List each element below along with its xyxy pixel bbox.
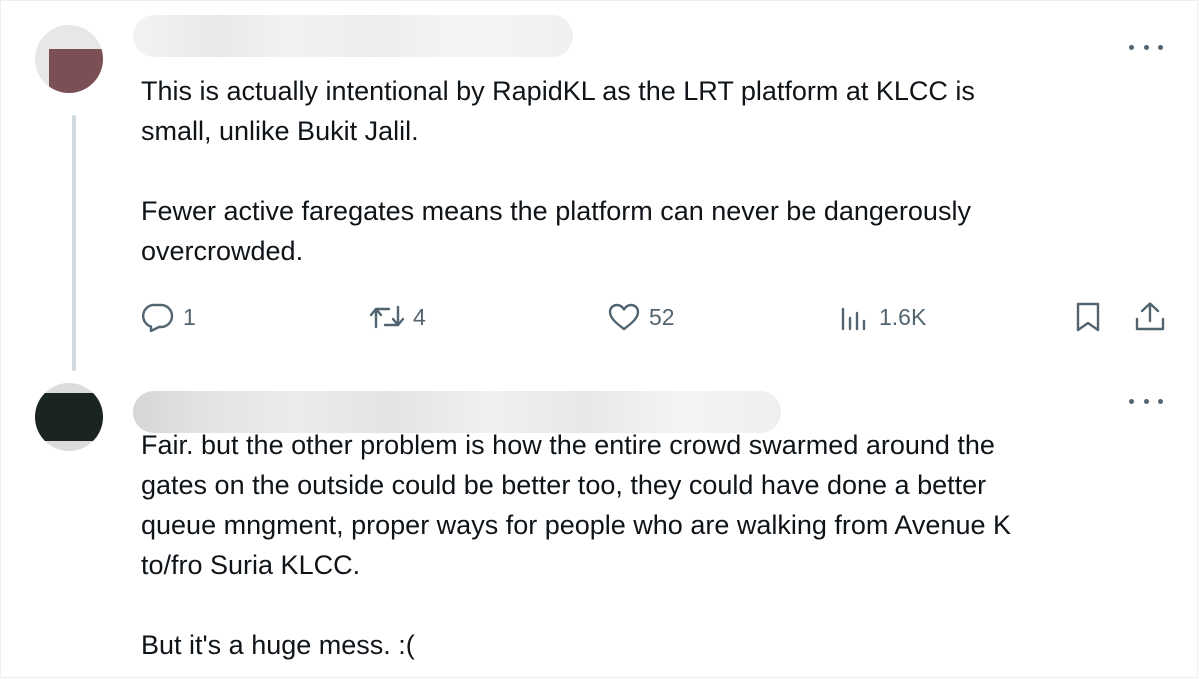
avatar-image xyxy=(35,393,103,441)
more-dot xyxy=(1143,44,1149,50)
more-dot xyxy=(1129,398,1134,404)
tweet-text: Fair. but the other problem is how the e… xyxy=(141,430,1011,660)
views-count: 1.6K xyxy=(879,303,927,330)
bookmark-icon xyxy=(1076,302,1100,332)
retweet-icon xyxy=(369,305,405,329)
like-button[interactable]: 52 xyxy=(607,297,675,337)
reply-count: 1 xyxy=(183,303,196,330)
thread-connector-line xyxy=(72,115,76,371)
retweet-count: 4 xyxy=(413,303,426,330)
author-name-redacted xyxy=(133,15,573,57)
views-icon xyxy=(841,307,866,331)
tweet[interactable]: This is actually intentional by RapidKL … xyxy=(1,1,1198,371)
retweet-button[interactable]: 4 xyxy=(369,297,426,337)
avatar-image xyxy=(49,49,103,93)
avatar[interactable] xyxy=(35,25,103,93)
reply-icon xyxy=(142,303,174,332)
tweet[interactable]: Fair. but the other problem is how the e… xyxy=(1,371,1198,678)
tweet-actions: 1 4 52 1.6K xyxy=(141,297,1171,337)
tweet-thread: This is actually intentional by RapidKL … xyxy=(0,0,1198,678)
bookmark-button[interactable] xyxy=(1073,297,1103,337)
like-count: 52 xyxy=(649,303,675,330)
tweet-text: This is actually intentional by RapidKL … xyxy=(141,76,975,266)
heart-icon xyxy=(608,303,640,331)
reply-button[interactable]: 1 xyxy=(141,297,196,337)
share-button[interactable] xyxy=(1133,297,1167,337)
more-icon[interactable] xyxy=(1129,37,1163,57)
avatar[interactable] xyxy=(35,383,103,451)
more-dot xyxy=(1143,398,1149,404)
views-button[interactable]: 1.6K xyxy=(839,297,926,337)
share-icon xyxy=(1135,302,1165,331)
more-dot xyxy=(1158,44,1163,50)
more-icon[interactable] xyxy=(1129,391,1163,411)
more-dot xyxy=(1129,44,1134,50)
more-dot xyxy=(1158,398,1163,404)
